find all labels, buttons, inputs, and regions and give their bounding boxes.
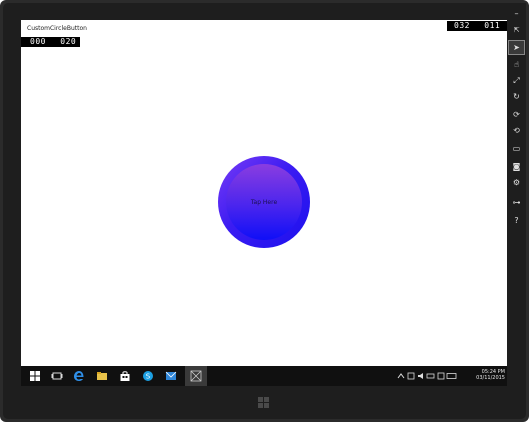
custom-circle-button[interactable]: Tap Here — [218, 156, 310, 248]
rotate-clockwise-button[interactable]: ⟳ — [509, 108, 524, 121]
frame-counter-left: 000 020 — [21, 37, 80, 47]
network-properties-button[interactable]: ⊶ — [509, 196, 524, 209]
network-icon[interactable] — [407, 372, 415, 380]
help-icon: ? — [514, 216, 519, 225]
resolution-button[interactable]: ▭ — [509, 142, 524, 155]
app-title: CustomCircleButton — [27, 25, 87, 32]
frame-counter-right: 032 011 — [447, 21, 507, 31]
rotate-clockwise-icon: ⟳ — [513, 110, 520, 119]
counter-right-value-1: 032 — [454, 21, 470, 30]
pinch-zoom-icon: ⤢ — [513, 75, 520, 85]
network-properties-icon: ⊶ — [512, 198, 521, 207]
action-center-icon[interactable] — [437, 372, 445, 380]
resolution-icon: ▭ — [512, 144, 521, 153]
counter-left-value-1: 000 — [30, 37, 46, 46]
skype-icon[interactable]: S — [142, 370, 154, 382]
app-screen: CustomCircleButton 000 020 032 011 Tap H… — [21, 20, 507, 366]
always-on-top-icon: ⇱ — [513, 25, 520, 34]
always-on-top-button[interactable]: ⇱ — [509, 23, 524, 36]
minimize-icon: – — [514, 9, 519, 18]
store-icon[interactable] — [119, 370, 131, 382]
rotate-touch-button[interactable]: ↻ — [509, 90, 524, 103]
volume-icon[interactable] — [418, 373, 423, 379]
system-tray — [397, 372, 457, 380]
windows-hardware-button-icon[interactable] — [258, 397, 269, 408]
windows-start-icon[interactable] — [29, 370, 41, 382]
settings-button[interactable]: ⚙ — [509, 176, 524, 189]
circle-button-inner[interactable]: Tap Here — [226, 164, 302, 240]
circle-button-label: Tap Here — [250, 198, 278, 206]
taskbar-clock[interactable]: 05:24 PM 03/11/2015 — [476, 369, 505, 381]
counter-right-value-2: 011 — [484, 21, 501, 30]
touch-mode-icon: ☝ — [514, 60, 519, 69]
file-explorer-icon[interactable] — [96, 370, 108, 382]
screenshot-button[interactable]: ◙ — [509, 160, 524, 173]
minimize-button[interactable]: – — [509, 7, 524, 20]
counter-left-value-2: 020 — [60, 37, 77, 46]
simulator-side-toolbar: – ⇱ ➤ ☝ ⤢ ↻ ⟳ ⟲ ▭ ◙ ⚙ ⊶ ? — [507, 3, 526, 383]
help-button[interactable]: ? — [509, 214, 524, 227]
screenshot-icon: ◙ — [512, 162, 521, 171]
mail-icon[interactable] — [165, 370, 177, 382]
mouse-mode-icon: ➤ — [513, 43, 520, 52]
touch-mode-button[interactable]: ☝ — [509, 58, 524, 71]
chevron-up-icon[interactable] — [397, 373, 405, 379]
simulator-app-icon — [190, 370, 202, 382]
rotate-counterclockwise-icon: ⟲ — [513, 126, 520, 135]
simulator-app-taskbar-button[interactable] — [185, 366, 207, 386]
settings-icon: ⚙ — [512, 178, 521, 187]
taskbar: S 05:24 PM 03/11/2015 — [21, 366, 507, 386]
edge-browser-icon[interactable] — [73, 370, 85, 382]
keyboard-icon[interactable] — [446, 373, 457, 379]
clock-date: 03/11/2015 — [476, 375, 505, 381]
rotate-touch-icon: ↻ — [513, 92, 520, 101]
battery-icon[interactable] — [426, 373, 435, 379]
task-view-icon[interactable] — [51, 370, 63, 382]
svg-text:S: S — [146, 373, 151, 381]
pinch-zoom-button[interactable]: ⤢ — [509, 74, 524, 87]
mouse-mode-button[interactable]: ➤ — [508, 40, 525, 55]
rotate-counterclockwise-button[interactable]: ⟲ — [509, 124, 524, 137]
